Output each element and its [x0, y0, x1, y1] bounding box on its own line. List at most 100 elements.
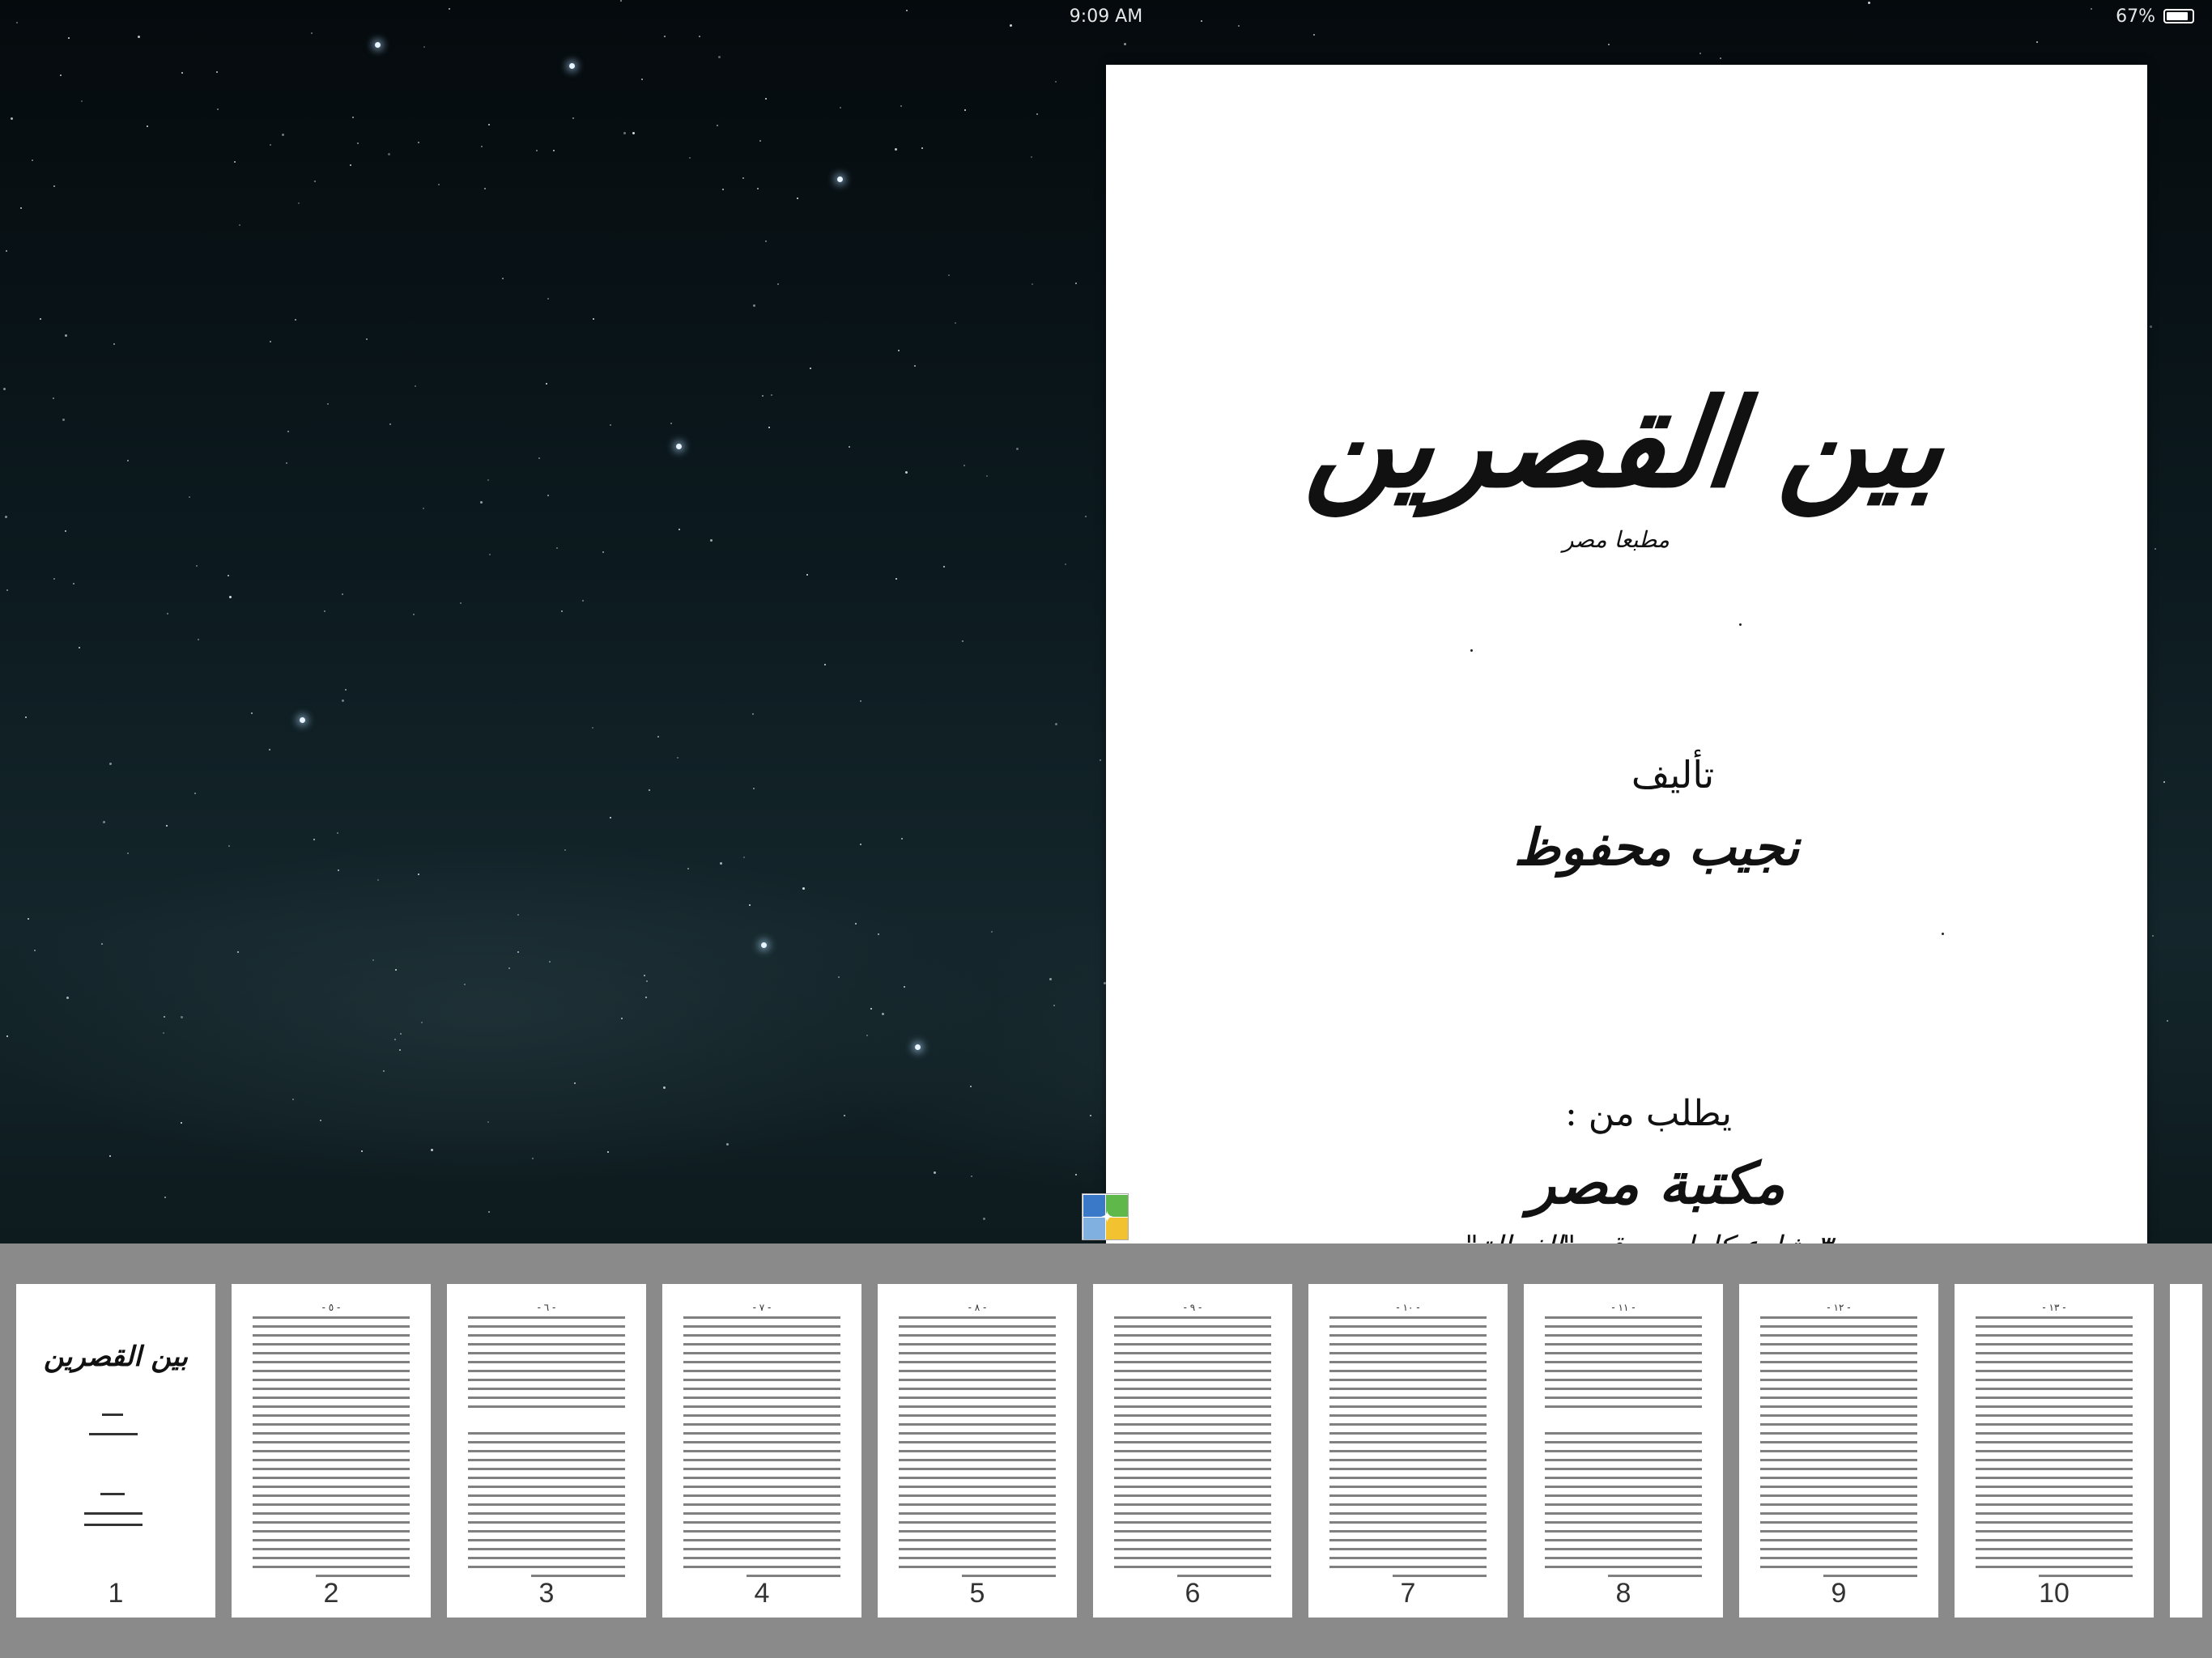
star: [314, 181, 316, 182]
thumbnail-page-7[interactable]: - ١٠ - 7: [1308, 1284, 1508, 1618]
thumbnail-text-line: [1760, 1468, 1917, 1470]
thumbnail-text-line: [1976, 1325, 2133, 1328]
sparkle-icon: ✦: [1100, 1207, 1114, 1226]
thumbnail-text-line: [253, 1334, 410, 1337]
thumbnail-page-partial[interactable]: [2170, 1284, 2202, 1618]
star: [962, 640, 963, 642]
thumbnail-text-line: [1114, 1379, 1271, 1381]
thumbnail-label: 6: [1185, 1578, 1201, 1609]
thumbnail-text-line: [1545, 1405, 1702, 1408]
star: [487, 1121, 489, 1123]
thumbnail-text-line: [1976, 1557, 2133, 1559]
star: [480, 501, 483, 504]
thumbnail-page-2[interactable]: - ٥ - 2: [232, 1284, 431, 1618]
thumbnail-text-line: [1114, 1477, 1271, 1479]
thumbnail-text-line: [1114, 1468, 1271, 1470]
thumbnail-text-line: [683, 1414, 840, 1417]
thumbnail-text-line: [1329, 1316, 1487, 1319]
thumbnail-text-line: [468, 1486, 625, 1488]
thumbnail-page-5[interactable]: - ٨ - 5: [878, 1284, 1077, 1618]
star: [657, 736, 659, 738]
star: [582, 600, 584, 602]
thumbnail-text-line: [1760, 1432, 1917, 1435]
star: [849, 446, 850, 448]
star: [421, 1022, 423, 1023]
star: [753, 788, 755, 789]
thumbnail-text-line: [1329, 1405, 1487, 1408]
thumbnail-text-line: [899, 1352, 1056, 1354]
thumbnail-text-line: [1976, 1343, 2133, 1346]
app-logo-icon[interactable]: ✦: [1082, 1193, 1129, 1240]
thumbnail-text-line: [1329, 1521, 1487, 1524]
thumbnail-text-line: [1976, 1486, 2133, 1488]
thumbnail-text-line: [1545, 1503, 1702, 1506]
thumbnail-text-line: [899, 1343, 1056, 1346]
thumbnail-strip[interactable]: بين القصرين 1 - ٥ -2- ٦ -3- ٧ -4- ٨ -5- …: [0, 1244, 2212, 1658]
thumbnail-text-line: [683, 1441, 840, 1443]
thumbnail-text-line: [683, 1548, 840, 1550]
star: [564, 849, 566, 851]
star: [914, 365, 916, 367]
thumbnail-text-line: [1114, 1441, 1271, 1443]
thumbnail-text-line: [1976, 1397, 2133, 1399]
star: [394, 1039, 396, 1040]
thumbnail-page-9[interactable]: - ١٢ - 9: [1739, 1284, 1938, 1618]
thumbnail-page-8[interactable]: - ١١ - 8: [1524, 1284, 1723, 1618]
star: [216, 71, 218, 73]
star: [300, 717, 305, 723]
thumbnail-text-line: [1392, 1575, 1487, 1577]
thumbnail-text-line: [1329, 1352, 1487, 1354]
thumbnail-text-line: [1114, 1557, 1271, 1559]
thumbnail-text-line: [468, 1423, 625, 1426]
star: [1608, 44, 1610, 45]
star: [743, 857, 745, 858]
star: [677, 757, 678, 759]
star: [1090, 1115, 1091, 1116]
thumbnail-text-line: [899, 1468, 1056, 1470]
star: [60, 74, 62, 76]
thumbnail-text-line: [1545, 1343, 1702, 1346]
star: [423, 508, 424, 509]
thumbnail-text-line: [1114, 1316, 1271, 1319]
status-time: 9:09 AM: [1069, 6, 1143, 27]
star: [948, 274, 950, 276]
thumbnail-text-line: [683, 1343, 840, 1346]
star: [487, 479, 489, 481]
star: [62, 419, 65, 421]
page-speck: [1739, 623, 1742, 626]
thumbnail-text-block: [253, 1316, 410, 1584]
star: [127, 460, 129, 461]
star: [418, 874, 419, 875]
thumbnail-text-line: [1329, 1441, 1487, 1443]
star: [900, 105, 902, 107]
thumbnail-text-line: [1760, 1459, 1917, 1461]
thumbnail-text-line: [1329, 1423, 1487, 1426]
book-page-view[interactable]: بين القصرين مطبعا مصر تأليف نجيب محفوظ ي…: [1106, 65, 2147, 1264]
thumbnail-text-line: [1760, 1539, 1917, 1541]
thumbnail-text-line: [1976, 1432, 2133, 1435]
thumbnail-text-line: [468, 1397, 625, 1399]
star: [753, 304, 755, 307]
thumbnail-page-10[interactable]: - ١٣ - 10: [1955, 1284, 2154, 1618]
thumbnail-text-line: [1329, 1361, 1487, 1363]
star: [837, 176, 843, 182]
thumbnail-label: 10: [2039, 1578, 2069, 1609]
thumbnail-page-6[interactable]: - ٩ - 6: [1093, 1284, 1292, 1618]
star: [895, 578, 897, 580]
star: [138, 36, 140, 38]
thumbnail-text-line: [468, 1530, 625, 1533]
thumbnail-page-1[interactable]: بين القصرين 1: [16, 1284, 215, 1618]
star: [517, 951, 519, 953]
thumbnail-text-line: [253, 1486, 410, 1488]
thumbnail-text-line: [1114, 1494, 1271, 1497]
thumbnail-text-line: [1976, 1468, 2133, 1470]
thumbnail-text-line: [899, 1361, 1056, 1363]
star: [189, 496, 190, 498]
star: [352, 117, 354, 118]
thumbnail-text-line: [315, 1575, 410, 1577]
thumbnail-page-3[interactable]: - ٦ - 3: [447, 1284, 646, 1618]
thumbnail-text-line: [253, 1414, 410, 1417]
thumbnail-page-4[interactable]: - ٧ - 4: [662, 1284, 861, 1618]
star: [228, 575, 229, 576]
thumbnail-page-number: - ١٣ -: [2042, 1302, 2066, 1313]
